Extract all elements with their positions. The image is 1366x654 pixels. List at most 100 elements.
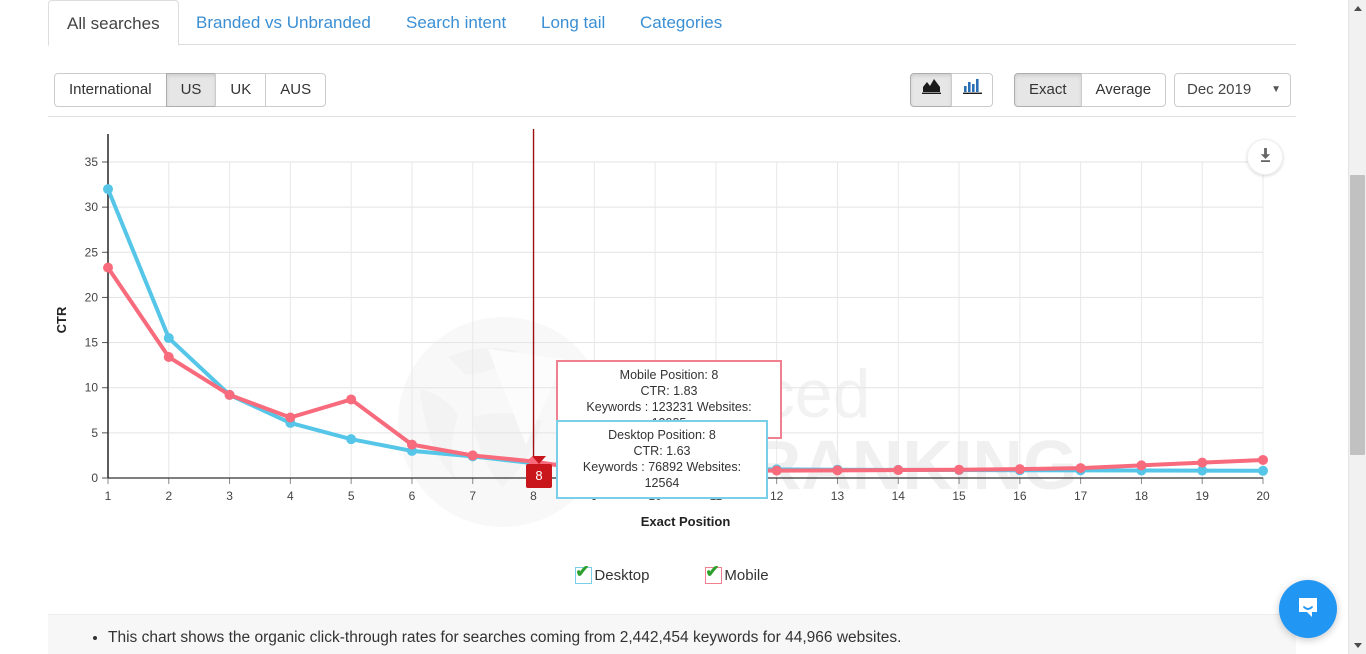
area-chart-icon xyxy=(921,74,941,106)
y-tick-label: 15 xyxy=(85,336,99,350)
bar-chart-button[interactable] xyxy=(951,73,993,107)
x-axis-label: Exact Position xyxy=(641,514,731,529)
position-marker-label: 8 xyxy=(526,464,552,488)
x-tick-label: 5 xyxy=(348,489,355,503)
y-tick-label: 25 xyxy=(85,245,99,259)
data-point-mobile[interactable] xyxy=(954,464,965,475)
region-us-button[interactable]: US xyxy=(165,73,217,107)
tooltip-mobile-ctr: CTR: 1.83 xyxy=(640,384,698,398)
legend-checkbox-desktop[interactable]: ✔ xyxy=(575,563,593,584)
data-point-mobile[interactable] xyxy=(163,352,174,363)
x-tick-label: 1 xyxy=(105,489,112,503)
legend-item-desktop[interactable]: ✔ Desktop xyxy=(575,563,650,584)
date-select-value: Dec 2019 xyxy=(1187,81,1252,98)
data-point-mobile[interactable] xyxy=(285,412,296,423)
tab-branded-vs-unbranded[interactable]: Branded vs Unbranded xyxy=(178,0,389,45)
y-tick-label: 5 xyxy=(91,426,98,440)
legend-checkbox-mobile[interactable]: ✔ xyxy=(705,563,723,584)
app-page: All searches Branded vs Unbranded Search i… xyxy=(0,0,1366,654)
data-point-mobile[interactable] xyxy=(1075,463,1086,474)
x-tick-label: 3 xyxy=(226,489,233,503)
tab-long-tail[interactable]: Long tail xyxy=(523,0,623,45)
x-tick-label: 7 xyxy=(469,489,476,503)
note-item: This chart shows the organic click-throu… xyxy=(108,628,1296,648)
chart-legend: ✔ Desktop ✔ Mobile xyxy=(48,563,1296,584)
tab-search-intent[interactable]: Search intent xyxy=(388,0,524,45)
x-tick-label: 2 xyxy=(165,489,172,503)
download-icon xyxy=(1258,147,1273,168)
data-point-desktop[interactable] xyxy=(346,434,357,445)
data-point-mobile[interactable] xyxy=(346,394,357,405)
chart-panel: Advanced WEB RANKING 0510152025303512345… xyxy=(48,117,1296,600)
metric-exact-button[interactable]: Exact xyxy=(1014,73,1082,107)
data-point-mobile[interactable] xyxy=(103,262,113,273)
region-aus-button[interactable]: AUS xyxy=(265,73,327,107)
data-point-desktop[interactable] xyxy=(103,184,113,195)
chevron-down-icon: ▼ xyxy=(1271,84,1281,95)
legend-item-mobile[interactable]: ✔ Mobile xyxy=(705,563,769,584)
chart-type-button-group xyxy=(910,73,993,107)
tooltip-desktop-counts: Keywords : 76892 Websites: 12564 xyxy=(582,460,742,490)
check-icon: ✔ xyxy=(575,562,590,581)
y-axis-label: CTR xyxy=(54,306,69,333)
x-tick-label: 16 xyxy=(1013,489,1027,503)
data-point-mobile[interactable] xyxy=(1014,464,1025,475)
data-point-mobile[interactable] xyxy=(893,465,904,476)
legend-label: Desktop xyxy=(594,567,650,584)
x-tick-label: 6 xyxy=(409,489,416,503)
y-tick-label: 30 xyxy=(85,200,99,214)
x-tick-label: 15 xyxy=(952,489,966,503)
y-tick-label: 10 xyxy=(85,381,99,395)
x-tick-label: 12 xyxy=(770,489,784,503)
chat-launcher-button[interactable] xyxy=(1279,580,1337,638)
data-point-desktop[interactable] xyxy=(163,333,174,344)
position-marker[interactable]: 8 xyxy=(526,456,552,488)
data-point-mobile[interactable] xyxy=(467,450,478,461)
chart-toolbar: International US UK AUS Exact Average De… xyxy=(48,45,1296,117)
region-button-group: International US UK AUS xyxy=(54,73,327,107)
position-marker-tip xyxy=(532,456,546,464)
x-tick-label: 19 xyxy=(1196,489,1210,503)
check-icon: ✔ xyxy=(705,562,720,581)
scroll-up-arrow-icon[interactable] xyxy=(1349,0,1366,17)
x-tick-label: 18 xyxy=(1135,489,1149,503)
scroll-down-arrow-icon[interactable] xyxy=(1349,637,1366,654)
tooltip-mobile-title: Mobile Position: 8 xyxy=(619,368,719,382)
y-tick-label: 35 xyxy=(85,155,99,169)
metric-average-button[interactable]: Average xyxy=(1080,73,1167,107)
x-tick-label: 20 xyxy=(1256,489,1270,503)
region-uk-button[interactable]: UK xyxy=(215,73,267,107)
date-select[interactable]: Dec 2019 ▼ xyxy=(1174,73,1291,107)
download-button[interactable] xyxy=(1247,139,1283,175)
metric-button-group: Exact Average xyxy=(1014,73,1167,107)
region-international-button[interactable]: International xyxy=(54,73,167,107)
data-point-mobile[interactable] xyxy=(1197,457,1208,468)
tab-categories[interactable]: Categories xyxy=(622,0,740,45)
scrollbar-thumb[interactable] xyxy=(1350,175,1365,455)
legend-label: Mobile xyxy=(724,567,769,584)
tooltip-desktop-title: Desktop Position: 8 xyxy=(608,428,716,442)
chart-notes: This chart shows the organic click-throu… xyxy=(48,614,1296,654)
chat-bubble-icon xyxy=(1294,593,1322,626)
tab-all-searches[interactable]: All searches xyxy=(48,0,179,46)
tooltip-desktop-ctr: CTR: 1.63 xyxy=(633,444,691,458)
data-point-mobile[interactable] xyxy=(1258,454,1268,465)
tooltip-desktop: Desktop Position: 8 CTR: 1.63 Keywords :… xyxy=(556,420,768,499)
vertical-scrollbar[interactable] xyxy=(1348,0,1366,654)
data-point-desktop[interactable] xyxy=(1258,465,1268,476)
y-tick-label: 0 xyxy=(91,471,98,485)
ctr-line-chart: 0510152025303512345678910111213141516171… xyxy=(54,129,1270,529)
data-point-mobile[interactable] xyxy=(406,439,417,450)
tab-bar: All searches Branded vs Unbranded Search i… xyxy=(48,0,1296,46)
x-tick-label: 14 xyxy=(892,489,906,503)
bar-chart-icon xyxy=(962,74,982,106)
data-point-mobile[interactable] xyxy=(832,465,843,476)
y-tick-label: 20 xyxy=(85,290,99,304)
area-chart-button[interactable] xyxy=(910,73,952,107)
data-point-mobile[interactable] xyxy=(1136,460,1147,471)
x-tick-label: 4 xyxy=(287,489,294,503)
data-point-mobile[interactable] xyxy=(224,389,235,400)
x-tick-label: 8 xyxy=(530,489,537,503)
data-point-mobile[interactable] xyxy=(771,465,782,476)
x-tick-label: 17 xyxy=(1074,489,1088,503)
